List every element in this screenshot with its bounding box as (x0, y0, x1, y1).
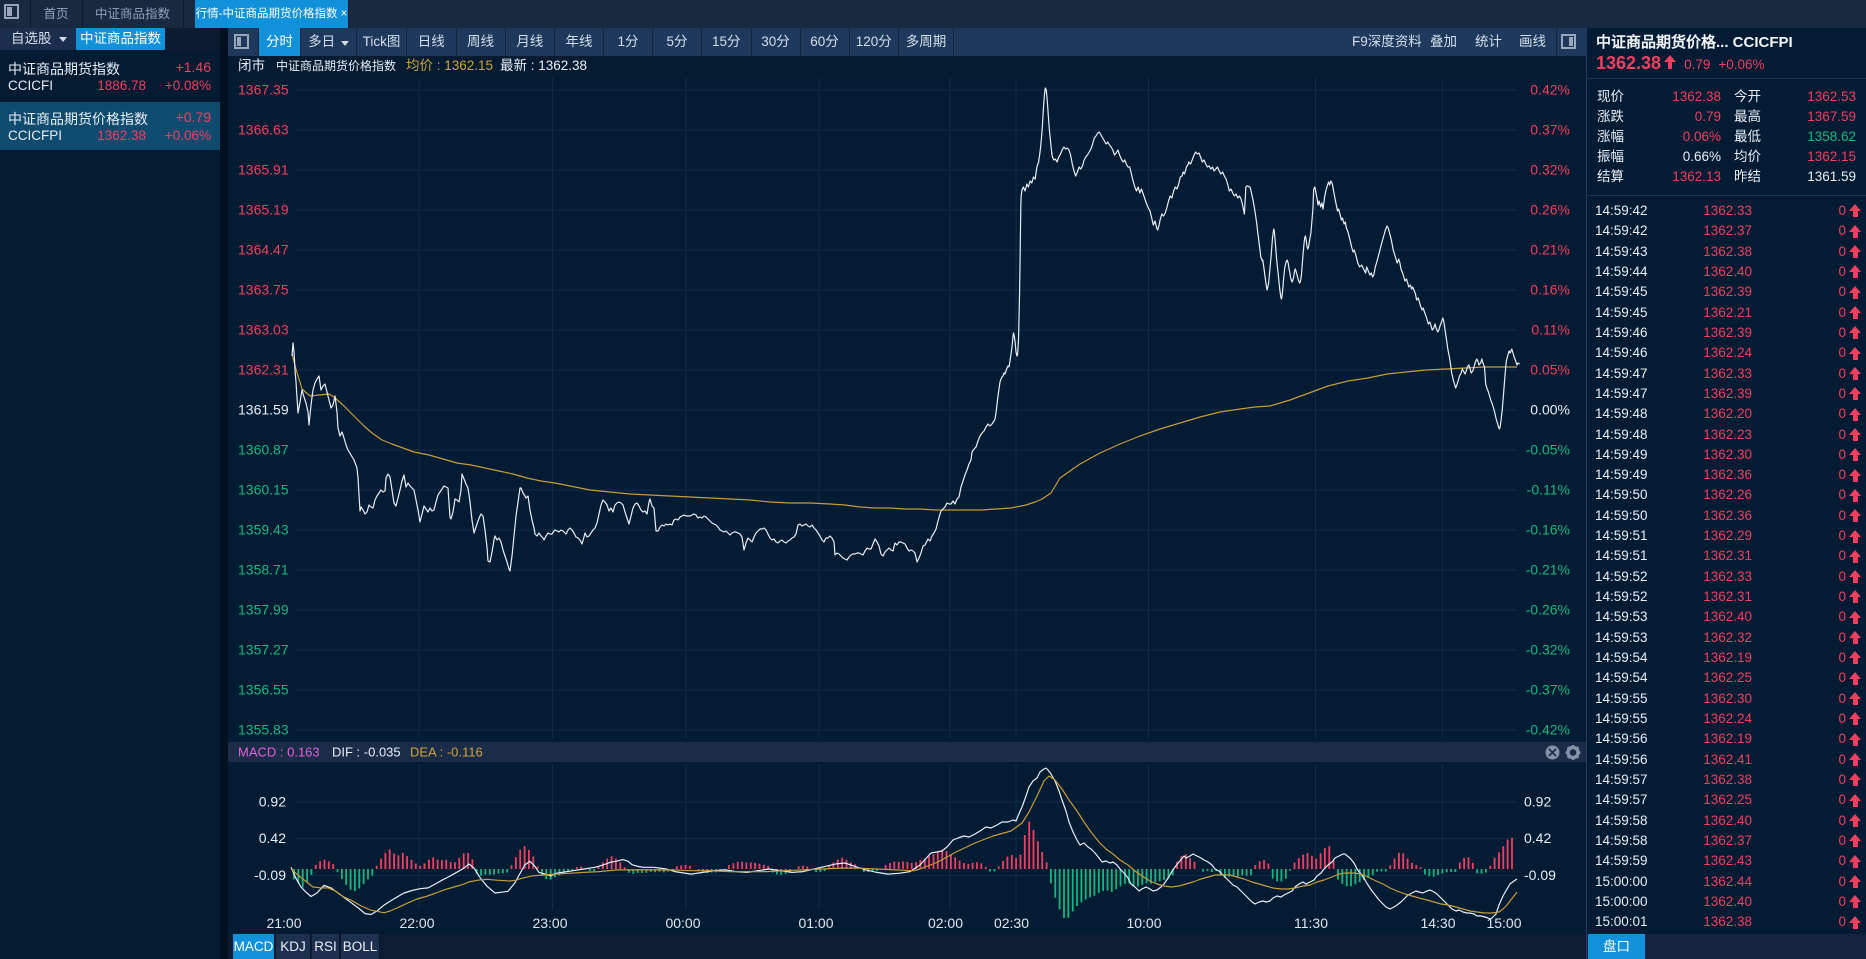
svg-text:1364.47: 1364.47 (238, 242, 289, 258)
svg-text:1356.55: 1356.55 (238, 682, 289, 698)
svg-text:0.42: 0.42 (1524, 830, 1551, 846)
svg-text:0.42: 0.42 (259, 830, 286, 846)
svg-text:02:00: 02:00 (928, 915, 963, 931)
svg-text:1359.43: 1359.43 (238, 522, 289, 538)
svg-text:1357.99: 1357.99 (238, 602, 289, 618)
svg-text:DIF : -0.035: DIF : -0.035 (332, 745, 401, 760)
svg-text:1360.15: 1360.15 (238, 482, 289, 498)
svg-text:0.32%: 0.32% (1530, 162, 1570, 178)
svg-text:0.21%: 0.21% (1530, 242, 1570, 258)
svg-text:11:30: 11:30 (1294, 915, 1328, 931)
svg-text:-0.09: -0.09 (254, 867, 286, 883)
svg-text:1365.91: 1365.91 (238, 162, 289, 178)
svg-text:1363.03: 1363.03 (238, 322, 289, 338)
svg-text:02:30: 02:30 (994, 915, 1029, 931)
svg-text:23:00: 23:00 (532, 915, 567, 931)
svg-text:0.00%: 0.00% (1530, 402, 1570, 418)
svg-text:1355.83: 1355.83 (238, 722, 289, 738)
svg-text:0.16%: 0.16% (1530, 282, 1570, 298)
svg-text:-0.11%: -0.11% (1527, 482, 1570, 498)
svg-text:0.11%: 0.11% (1531, 322, 1570, 338)
svg-text:0.42%: 0.42% (1530, 82, 1570, 98)
svg-text:22:00: 22:00 (399, 915, 434, 931)
svg-text:-0.37%: -0.37% (1526, 682, 1570, 698)
svg-text:1358.71: 1358.71 (238, 562, 289, 578)
svg-text:1367.35: 1367.35 (238, 82, 289, 98)
svg-text:00:00: 00:00 (665, 915, 700, 931)
svg-text:1361.59: 1361.59 (238, 402, 289, 418)
svg-text:-0.32%: -0.32% (1526, 642, 1570, 658)
svg-text:-0.09: -0.09 (1524, 867, 1556, 883)
svg-text:1360.87: 1360.87 (238, 442, 289, 458)
svg-text:-0.21%: -0.21% (1526, 562, 1570, 578)
svg-text:-0.26%: -0.26% (1526, 602, 1570, 618)
svg-text:1363.75: 1363.75 (238, 282, 289, 298)
svg-text:0.92: 0.92 (259, 794, 286, 810)
svg-text:15:00: 15:00 (1486, 915, 1521, 931)
svg-text:01:00: 01:00 (798, 915, 833, 931)
svg-text:DEA : -0.116: DEA : -0.116 (410, 745, 483, 760)
svg-text:21:00: 21:00 (266, 915, 301, 931)
svg-text:1362.31: 1362.31 (238, 362, 289, 378)
svg-text:10:00: 10:00 (1126, 915, 1161, 931)
svg-text:-0.16%: -0.16% (1526, 522, 1570, 538)
svg-text:1366.63: 1366.63 (238, 122, 289, 138)
svg-text:-0.05%: -0.05% (1526, 442, 1570, 458)
svg-text:0.92: 0.92 (1524, 794, 1551, 810)
svg-text:-0.42%: -0.42% (1526, 722, 1570, 738)
svg-text:MACD : 0.163: MACD : 0.163 (238, 745, 320, 760)
svg-text:1357.27: 1357.27 (238, 642, 289, 658)
svg-text:14:30: 14:30 (1420, 915, 1455, 931)
svg-text:1365.19: 1365.19 (238, 202, 289, 218)
svg-text:0.05%: 0.05% (1530, 362, 1570, 378)
svg-text:0.26%: 0.26% (1530, 202, 1570, 218)
svg-text:0.37%: 0.37% (1530, 122, 1570, 138)
